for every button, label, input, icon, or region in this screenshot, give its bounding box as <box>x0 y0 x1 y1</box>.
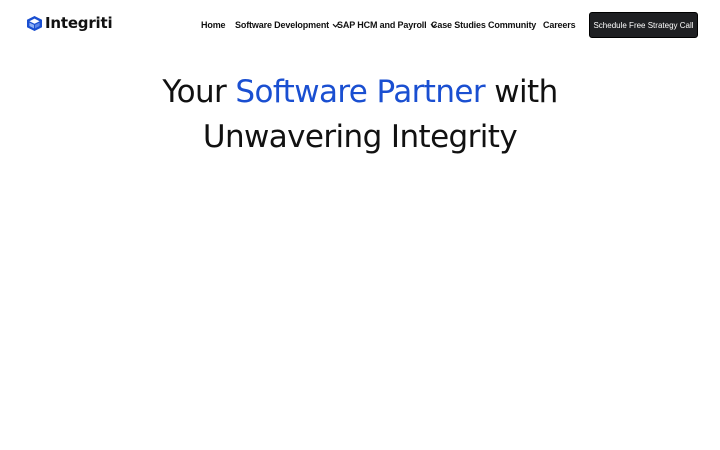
nav-item-sap-hcm-payroll[interactable]: SAP HCM and Payroll <box>337 18 437 32</box>
nav-item-label: Software Development <box>235 20 330 30</box>
nav-item-label: SAP HCM and Payroll <box>337 20 427 30</box>
nav-item-software-development[interactable]: Software Development <box>235 18 339 32</box>
navbar: Integriti Home Software Development SAP … <box>0 0 720 50</box>
nav-item-case-studies[interactable]: Case Studies <box>431 18 486 32</box>
hero-title-prefix: Your <box>162 74 236 110</box>
hero-title: Your Software Partner with Unwavering In… <box>0 70 720 160</box>
nav-item-careers[interactable]: Careers <box>543 18 576 32</box>
hero-title-accent: Software Partner <box>235 74 485 110</box>
nav-item-label: Careers <box>543 20 576 30</box>
hero-title-line-1: Your Software Partner with <box>0 70 720 115</box>
schedule-call-button[interactable]: Schedule Free Strategy Call <box>589 12 698 38</box>
nav-item-community[interactable]: Community <box>488 18 536 32</box>
hero-title-line-2: Unwavering Integrity <box>202 119 518 155</box>
hero-title-suffix: with <box>485 74 558 110</box>
nav-item-label: Home <box>201 20 226 30</box>
nav-item-label: Case Studies <box>431 20 486 30</box>
hero-section: Your Software Partner with Unwavering In… <box>0 70 720 160</box>
nav-item-label: Community <box>488 20 537 30</box>
nav-item-home[interactable]: Home <box>201 18 226 32</box>
page: Integriti Home Software Development SAP … <box>0 0 720 450</box>
